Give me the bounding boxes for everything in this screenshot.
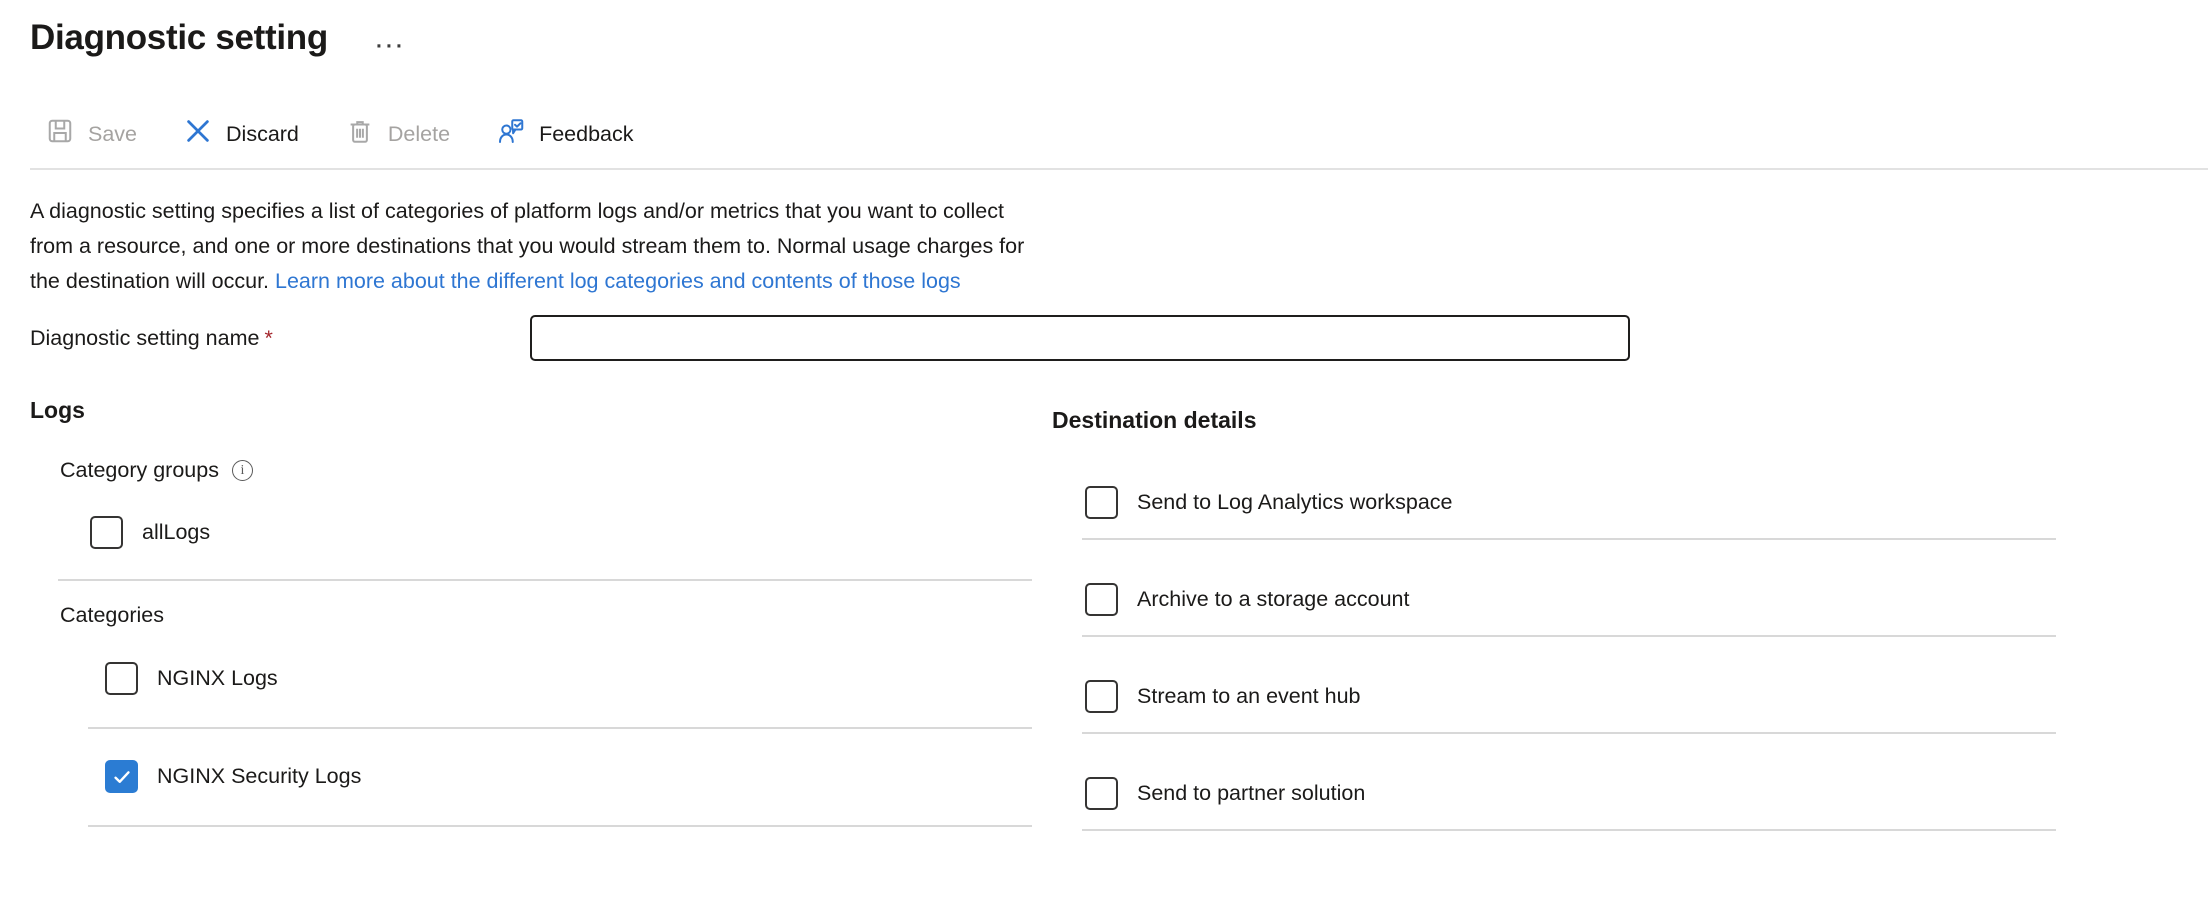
storage-account-label: Archive to a storage account xyxy=(1137,587,1410,612)
learn-more-link[interactable]: Learn more about the different log categ… xyxy=(275,269,961,293)
feedback-label: Feedback xyxy=(539,122,633,147)
nginx-logs-label: NGINX Logs xyxy=(157,666,278,691)
feedback-icon xyxy=(496,116,526,152)
logs-heading: Logs xyxy=(30,397,1032,424)
destination-details-section: Destination details Send to Log Analytic… xyxy=(1052,397,2056,831)
divider xyxy=(88,727,1032,729)
partner-solution-checkbox[interactable] xyxy=(1085,777,1118,810)
trash-icon xyxy=(345,116,375,152)
toolbar-divider xyxy=(30,168,2208,170)
discard-label: Discard xyxy=(226,122,299,147)
save-icon xyxy=(45,116,75,152)
destination-details-heading: Destination details xyxy=(1052,407,2056,434)
discard-x-icon xyxy=(183,116,213,152)
logs-section: Logs Category groups i allLogs Categorie… xyxy=(30,397,1032,831)
command-bar: Save Discard D xyxy=(30,112,2208,156)
more-options-button[interactable]: ··· xyxy=(376,36,406,57)
nginx-security-logs-checkbox[interactable] xyxy=(105,760,138,793)
alllogs-checkbox[interactable] xyxy=(90,516,123,549)
check-icon xyxy=(111,766,133,788)
alllogs-label: allLogs xyxy=(142,520,210,545)
checkbox-row-log-analytics[interactable]: Send to Log Analytics workspace xyxy=(1085,486,2056,519)
content-columns: Logs Category groups i allLogs Categorie… xyxy=(30,397,2208,831)
name-label: Diagnostic setting name* xyxy=(30,326,530,351)
discard-button[interactable]: Discard xyxy=(183,116,299,152)
divider xyxy=(58,579,1032,581)
divider xyxy=(1082,829,2056,831)
checkbox-row-nginx-security-logs[interactable]: NGINX Security Logs xyxy=(105,760,1032,793)
required-asterisk: * xyxy=(264,326,272,350)
feedback-button[interactable]: Feedback xyxy=(496,116,633,152)
checkbox-row-storage-account[interactable]: Archive to a storage account xyxy=(1085,583,2056,616)
save-label: Save xyxy=(88,122,137,147)
delete-button[interactable]: Delete xyxy=(345,116,450,152)
storage-account-checkbox[interactable] xyxy=(1085,583,1118,616)
page-title: Diagnostic setting xyxy=(30,16,328,60)
partner-solution-label: Send to partner solution xyxy=(1137,781,1365,806)
checkbox-row-partner-solution[interactable]: Send to partner solution xyxy=(1085,777,2056,810)
category-groups-label: Category groups xyxy=(60,458,219,483)
info-icon[interactable]: i xyxy=(232,460,253,481)
nginx-logs-checkbox[interactable] xyxy=(105,662,138,695)
delete-label: Delete xyxy=(388,122,450,147)
divider xyxy=(1082,635,2056,637)
description: A diagnostic setting specifies a list of… xyxy=(30,194,1035,299)
checkbox-row-event-hub[interactable]: Stream to an event hub xyxy=(1085,680,2056,713)
checkbox-row-alllogs[interactable]: allLogs xyxy=(90,516,1032,549)
page-header: Diagnostic setting ··· xyxy=(30,16,2208,60)
diagnostic-setting-name-input[interactable] xyxy=(530,315,1630,361)
diagnostic-setting-blade: Diagnostic setting ··· Save xyxy=(0,0,2208,831)
nginx-security-logs-label: NGINX Security Logs xyxy=(157,764,361,789)
event-hub-label: Stream to an event hub xyxy=(1137,684,1361,709)
name-field-row: Diagnostic setting name* xyxy=(30,315,2208,361)
log-analytics-checkbox[interactable] xyxy=(1085,486,1118,519)
category-groups-row: Category groups i xyxy=(60,458,1032,483)
categories-label: Categories xyxy=(60,603,1032,628)
divider xyxy=(88,825,1032,827)
log-analytics-label: Send to Log Analytics workspace xyxy=(1137,490,1453,515)
divider xyxy=(1082,538,2056,540)
save-button[interactable]: Save xyxy=(45,116,137,152)
divider xyxy=(1082,732,2056,734)
event-hub-checkbox[interactable] xyxy=(1085,680,1118,713)
checkbox-row-nginx-logs[interactable]: NGINX Logs xyxy=(105,662,1032,695)
name-label-text: Diagnostic setting name xyxy=(30,326,259,350)
ellipsis-icon: ··· xyxy=(376,35,406,58)
